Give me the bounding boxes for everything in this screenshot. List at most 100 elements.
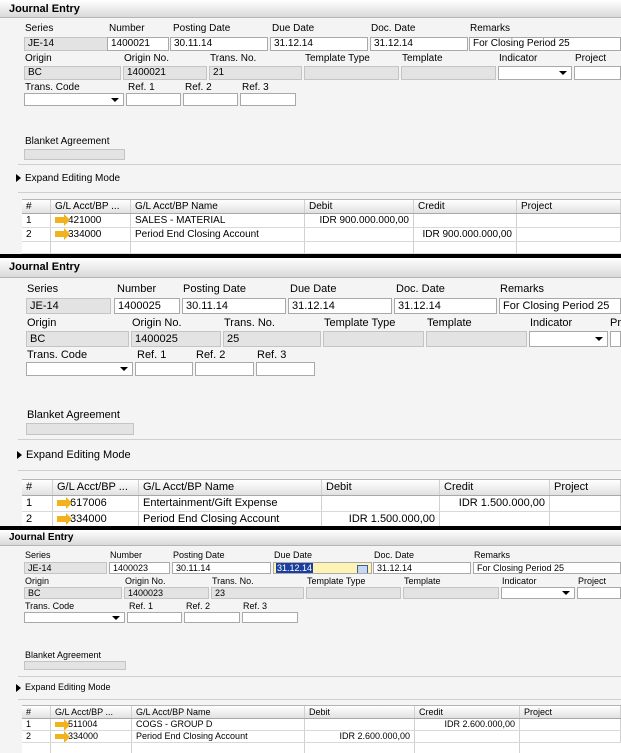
- col-header-name[interactable]: G/L Acct/BP Name: [131, 200, 305, 213]
- credit-cell[interactable]: [415, 731, 520, 742]
- acct-cell[interactable]: [51, 743, 132, 753]
- template-type-field[interactable]: [323, 331, 424, 347]
- trans-code-dropdown[interactable]: [26, 362, 133, 376]
- project-field[interactable]: [577, 587, 621, 599]
- col-header-num[interactable]: #: [22, 480, 53, 495]
- debit-cell[interactable]: IDR 2.600.000,00: [305, 731, 415, 742]
- col-header-name[interactable]: G/L Acct/BP Name: [132, 706, 305, 718]
- credit-cell[interactable]: IDR 900.000.000,00: [414, 228, 517, 241]
- col-header-credit[interactable]: Credit: [440, 480, 550, 495]
- acct-name-cell[interactable]: Period End Closing Account: [139, 512, 322, 526]
- col-header-debit[interactable]: Debit: [305, 706, 415, 718]
- template-field[interactable]: [426, 331, 527, 347]
- credit-cell[interactable]: [415, 743, 520, 753]
- col-header-project[interactable]: Project: [517, 200, 621, 213]
- col-header-project[interactable]: Project: [550, 480, 621, 495]
- posting-date-field[interactable]: 30.11.14: [170, 37, 268, 51]
- origin-field[interactable]: BC: [24, 587, 122, 599]
- blanket-agreement-field[interactable]: [24, 149, 125, 160]
- project-cell[interactable]: [550, 512, 621, 526]
- acct-cell[interactable]: 511004: [51, 719, 132, 730]
- table-row[interactable]: 1 511004 COGS - GROUP D IDR 2.600.000,00: [22, 719, 621, 731]
- link-arrow-icon[interactable]: [57, 513, 72, 526]
- acct-cell[interactable]: 334000: [53, 512, 139, 526]
- link-arrow-icon[interactable]: [55, 228, 70, 241]
- credit-cell[interactable]: [414, 242, 517, 253]
- credit-cell[interactable]: IDR 1.500.000,00: [440, 496, 550, 511]
- col-header-credit[interactable]: Credit: [414, 200, 517, 213]
- acct-name-cell[interactable]: [132, 743, 305, 753]
- ref2-field[interactable]: [184, 612, 240, 623]
- posting-date-field[interactable]: 30.11.14: [182, 298, 286, 314]
- project-cell[interactable]: [517, 228, 621, 241]
- template-field[interactable]: [403, 587, 499, 599]
- debit-cell[interactable]: [305, 719, 415, 730]
- table-row[interactable]: 2 334000 Period End Closing Account IDR …: [22, 731, 621, 743]
- remarks-field[interactable]: For Closing Period 25: [469, 37, 621, 51]
- indicator-dropdown[interactable]: [501, 587, 575, 599]
- col-header-acct[interactable]: G/L Acct/BP ...: [51, 200, 131, 213]
- template-type-field[interactable]: [304, 66, 399, 80]
- template-type-field[interactable]: [306, 587, 401, 599]
- col-header-num[interactable]: #: [22, 706, 51, 718]
- trans-no-field[interactable]: 21: [209, 66, 302, 80]
- acct-cell[interactable]: 421000: [51, 214, 131, 227]
- project-field[interactable]: [610, 331, 621, 347]
- col-header-name[interactable]: G/L Acct/BP Name: [139, 480, 322, 495]
- debit-cell[interactable]: [305, 743, 415, 753]
- col-header-credit[interactable]: Credit: [415, 706, 520, 718]
- table-row[interactable]: 2 334000 Period End Closing Account IDR …: [22, 512, 621, 526]
- table-row[interactable]: 1 421000 SALES - MATERIAL IDR 900.000.00…: [22, 214, 621, 228]
- acct-cell[interactable]: 334000: [51, 731, 132, 742]
- debit-cell[interactable]: IDR 1.500.000,00: [322, 512, 440, 526]
- doc-date-field[interactable]: 31.12.14: [394, 298, 497, 314]
- remarks-field[interactable]: For Closing Period 25: [499, 298, 621, 314]
- trans-code-dropdown[interactable]: [24, 612, 125, 623]
- acct-name-cell[interactable]: Period End Closing Account: [132, 731, 305, 742]
- credit-cell[interactable]: [414, 214, 517, 227]
- project-cell[interactable]: [550, 496, 621, 511]
- ref1-field[interactable]: [127, 612, 182, 623]
- origin-no-field[interactable]: 1400025: [131, 331, 221, 347]
- acct-name-cell[interactable]: Period End Closing Account: [131, 228, 305, 241]
- acct-cell[interactable]: [51, 242, 131, 253]
- posting-date-field[interactable]: 30.11.14: [172, 562, 271, 574]
- number-field[interactable]: 1400023: [109, 562, 170, 574]
- acct-name-cell[interactable]: Entertainment/Gift Expense: [139, 496, 322, 511]
- expand-editing-mode-toggle[interactable]: Expand Editing Mode: [17, 449, 131, 461]
- col-header-project[interactable]: Project: [520, 706, 621, 718]
- expand-editing-mode-toggle[interactable]: Expand Editing Mode: [16, 173, 120, 184]
- acct-cell[interactable]: 334000: [51, 228, 131, 241]
- indicator-dropdown[interactable]: [498, 66, 572, 80]
- origin-field[interactable]: BC: [26, 331, 129, 347]
- link-arrow-icon[interactable]: [55, 731, 70, 742]
- blanket-agreement-field[interactable]: [26, 423, 134, 435]
- table-row[interactable]: 1 617006 Entertainment/Gift Expense IDR …: [22, 496, 621, 512]
- due-date-field[interactable]: 31.12.14: [288, 298, 392, 314]
- acct-name-cell[interactable]: SALES - MATERIAL: [131, 214, 305, 227]
- indicator-dropdown[interactable]: [529, 331, 608, 347]
- origin-no-field[interactable]: 1400021: [123, 66, 207, 80]
- project-field[interactable]: [574, 66, 621, 80]
- credit-cell[interactable]: IDR 2.600.000,00: [415, 719, 520, 730]
- series-field[interactable]: JE-14: [24, 562, 107, 574]
- ref2-field[interactable]: [183, 93, 238, 106]
- col-header-acct[interactable]: G/L Acct/BP ...: [51, 706, 132, 718]
- project-cell[interactable]: [520, 719, 621, 730]
- col-header-acct[interactable]: G/L Acct/BP ...: [53, 480, 139, 495]
- debit-cell[interactable]: [305, 228, 414, 241]
- credit-cell[interactable]: [440, 512, 550, 526]
- blanket-agreement-field[interactable]: [24, 661, 126, 670]
- ref3-field[interactable]: [240, 93, 296, 106]
- ref1-field[interactable]: [126, 93, 181, 106]
- number-field[interactable]: 1400025: [114, 298, 180, 314]
- remarks-field[interactable]: For Closing Period 25: [473, 562, 621, 574]
- due-date-field[interactable]: 31.12.14: [270, 37, 368, 51]
- table-row[interactable]: 2 334000 Period End Closing Account IDR …: [22, 228, 621, 242]
- doc-date-field[interactable]: 31.12.14: [370, 37, 468, 51]
- link-arrow-icon[interactable]: [55, 719, 70, 730]
- acct-name-cell[interactable]: COGS - GROUP D: [132, 719, 305, 730]
- col-header-num[interactable]: #: [22, 200, 51, 213]
- trans-no-field[interactable]: 25: [223, 331, 321, 347]
- trans-code-dropdown[interactable]: [24, 93, 124, 106]
